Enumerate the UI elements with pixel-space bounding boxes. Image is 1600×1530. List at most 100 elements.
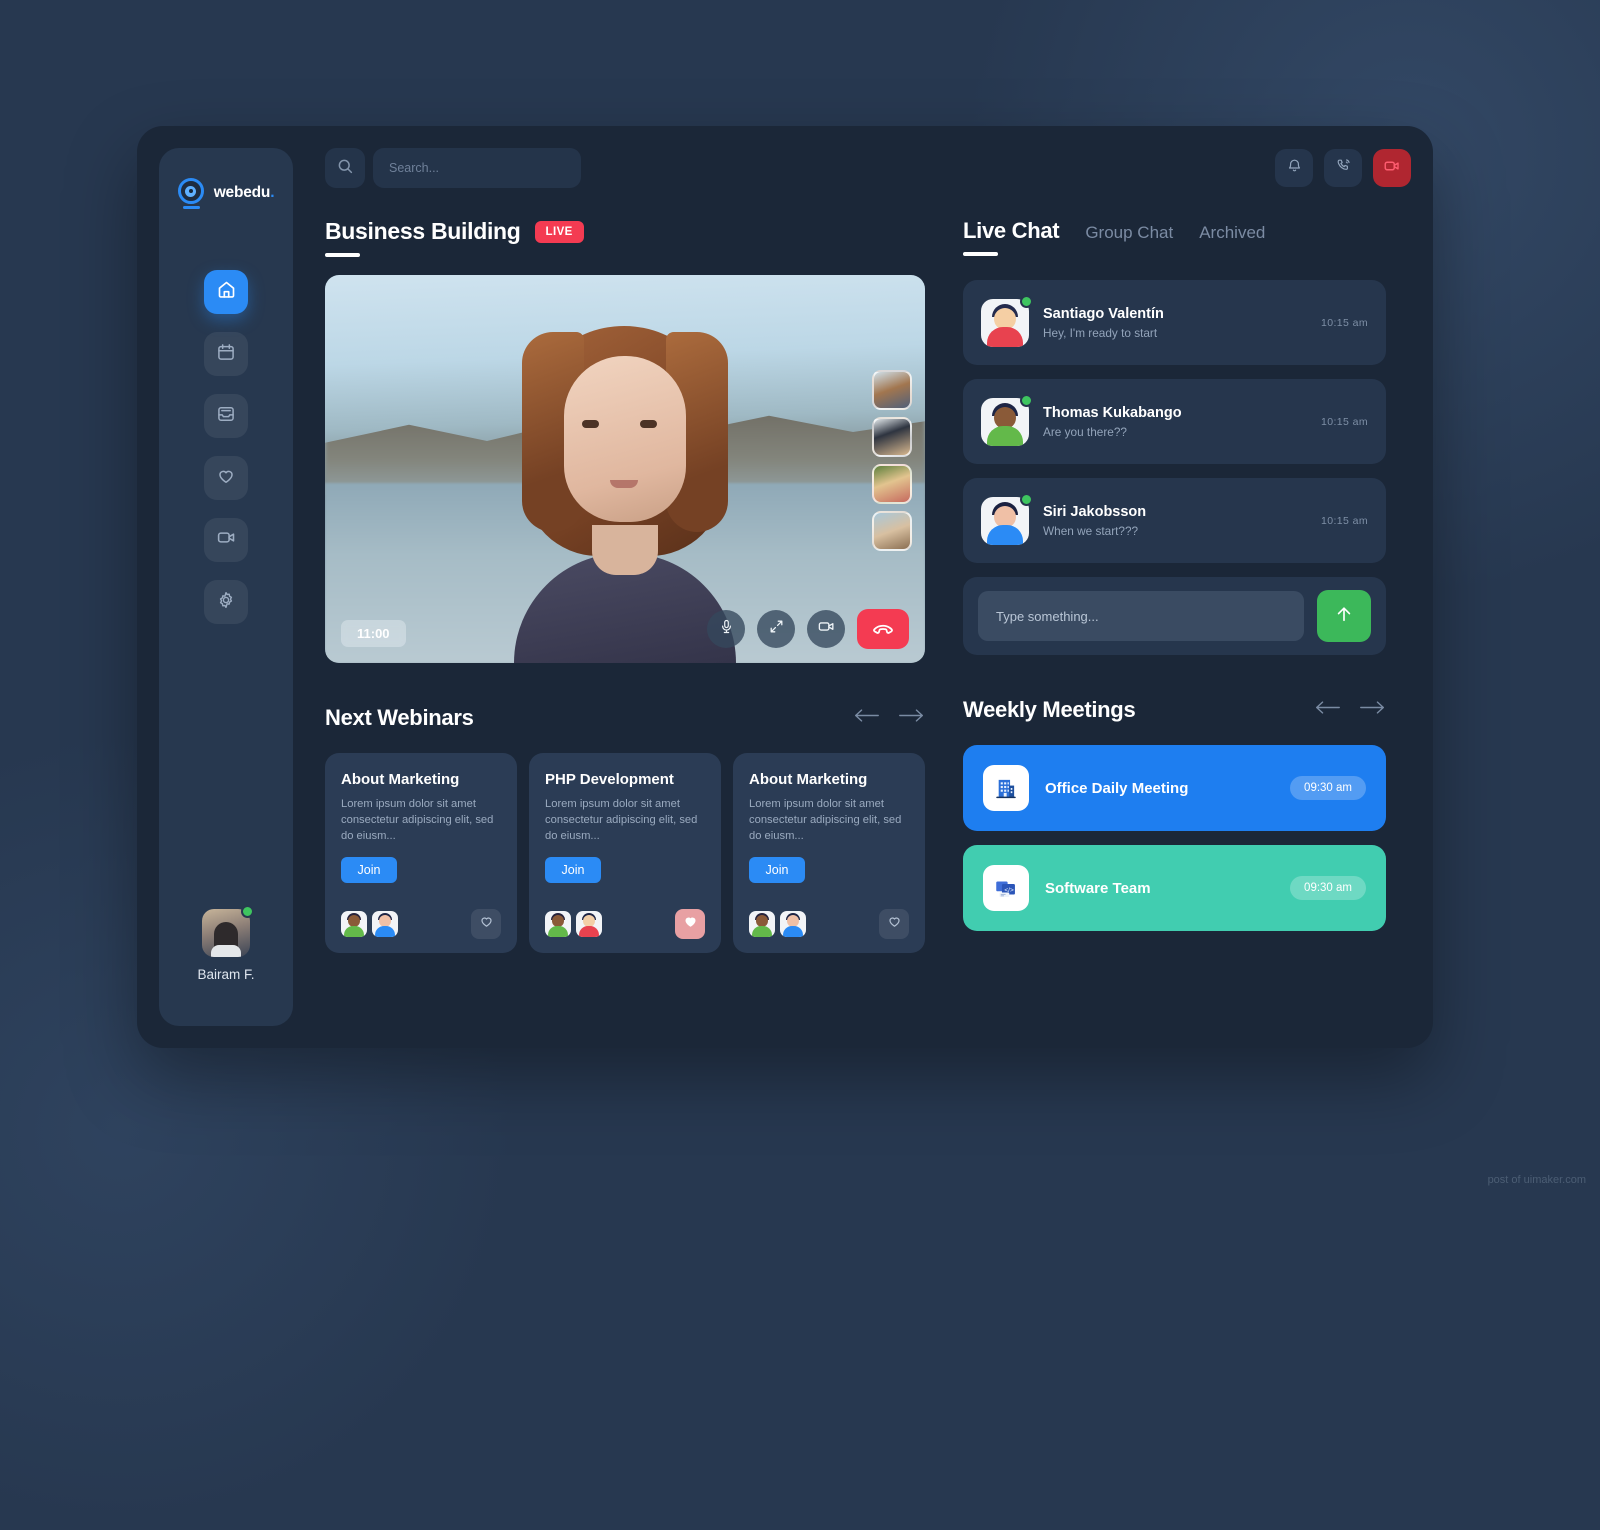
end-call-button[interactable] [857, 609, 909, 649]
webcam-logo-icon [177, 178, 206, 209]
like-button[interactable] [471, 909, 501, 939]
webinar-title: About Marketing [749, 771, 868, 788]
message-input[interactable]: Type something... [978, 591, 1304, 641]
participant-thumbnail[interactable] [872, 417, 912, 457]
avatar [576, 911, 602, 937]
sidebar-nav [204, 270, 248, 624]
notifications-button[interactable] [1275, 149, 1313, 187]
webinar-footer [341, 909, 501, 939]
tab-live-chat-label: Live Chat [963, 218, 1060, 243]
topbar-actions [1275, 149, 1411, 187]
main-content: Search... Business Building LIVE 11:00 N… [293, 148, 1411, 1026]
sidebar-item-inbox[interactable] [204, 394, 248, 438]
arrow-right-icon[interactable] [1359, 699, 1386, 721]
video-camera-icon [216, 527, 237, 553]
search-input[interactable]: Search... [373, 148, 581, 188]
heart-icon [216, 466, 236, 491]
join-button[interactable]: Join [341, 856, 397, 883]
attendee-avatars [749, 911, 806, 937]
code-window-icon: </> [983, 865, 1029, 911]
chat-preview: Are you there?? [1043, 424, 1127, 439]
webinar-cards: About Marketing Lorem ipsum dolor sit am… [325, 753, 925, 953]
join-button[interactable]: Join [749, 856, 805, 883]
microphone-icon [718, 618, 735, 640]
arrow-right-icon[interactable] [898, 707, 925, 729]
webinar-card[interactable]: About Marketing Lorem ipsum dolor sit am… [733, 753, 925, 953]
sidebar-profile[interactable]: Bairam F. [197, 905, 255, 982]
webinar-description: Lorem ipsum dolor sit amet consectetur a… [749, 798, 902, 843]
send-button[interactable] [1317, 590, 1371, 642]
participant-thumbnail[interactable] [872, 370, 912, 410]
list-item[interactable]: Thomas Kukabango Are you there?? 10:15 a… [963, 379, 1386, 464]
arrow-left-icon[interactable] [1314, 699, 1341, 721]
webinar-description: Lorem ipsum dolor sit amet consectetur a… [341, 798, 494, 843]
arrow-left-icon[interactable] [853, 707, 880, 729]
profile-name: Bairam F. [197, 967, 255, 982]
video-camera-icon [1383, 157, 1401, 180]
status-badge [1020, 492, 1033, 506]
webinar-title: PHP Development [545, 771, 674, 788]
list-item[interactable]: Office Daily Meeting 09:30 am [963, 745, 1386, 831]
video-call-button[interactable] [1373, 149, 1411, 187]
sidebar-item-settings[interactable] [204, 580, 248, 624]
sidebar-item-calendar[interactable] [204, 332, 248, 376]
like-button[interactable] [879, 909, 909, 939]
microphone-button[interactable] [707, 610, 745, 648]
avatar [981, 492, 1033, 545]
heart-icon [479, 914, 494, 934]
webinar-title: About Marketing [341, 771, 460, 788]
meeting-time: 09:30 am [1290, 776, 1366, 800]
chat-time: 10:15 am [1321, 514, 1368, 527]
participant-thumbnail[interactable] [872, 511, 912, 551]
search-placeholder: Search... [389, 161, 440, 175]
webinar-footer [545, 909, 705, 939]
sidebar-item-meetings[interactable] [204, 518, 248, 562]
participant-thumbnails [872, 370, 912, 551]
search-button[interactable] [325, 148, 365, 188]
list-item[interactable]: Santiago Valentín Hey, I'm ready to star… [963, 280, 1386, 365]
attendee-avatars [545, 911, 602, 937]
right-column: Live Chat Group Chat Archived Santiago V… [963, 218, 1386, 1026]
avatar [749, 911, 775, 937]
sidebar-item-favorites[interactable] [204, 456, 248, 500]
heart-icon [887, 914, 902, 934]
join-button[interactable]: Join [545, 856, 601, 883]
camera-toggle-button[interactable] [807, 610, 845, 648]
chat-list: Santiago Valentín Hey, I'm ready to star… [963, 280, 1386, 563]
attendee-avatars [341, 911, 398, 937]
office-building-icon [983, 765, 1029, 811]
video-camera-icon [817, 617, 836, 641]
bell-icon [1286, 157, 1303, 179]
expand-icon [768, 618, 785, 640]
expand-button[interactable] [757, 610, 795, 648]
chat-text: Thomas Kukabango Are you there?? [1043, 405, 1182, 439]
chat-name: Santiago Valentín [1043, 305, 1164, 322]
sidebar-item-home[interactable] [204, 270, 248, 314]
meetings-header: Weekly Meetings [963, 697, 1386, 723]
calendar-icon [216, 342, 236, 367]
webinars-nav [853, 707, 925, 729]
like-button[interactable] [675, 909, 705, 939]
video-stage[interactable]: 11:00 [325, 275, 925, 663]
status-badge [1020, 393, 1033, 407]
avatar [981, 393, 1033, 446]
chat-preview: Hey, I'm ready to start [1043, 325, 1158, 340]
calls-button[interactable] [1324, 149, 1362, 187]
call-controls [707, 609, 909, 649]
tab-group-chat[interactable]: Group Chat [1085, 223, 1173, 243]
webinar-card[interactable]: About Marketing Lorem ipsum dolor sit am… [325, 753, 517, 953]
arrow-up-icon [1334, 604, 1354, 629]
avatar [981, 294, 1033, 347]
content-columns: Business Building LIVE 11:00 Next Webina… [325, 218, 1411, 1026]
tab-archived[interactable]: Archived [1199, 223, 1265, 243]
brand-name: webedu. [214, 184, 275, 202]
webinar-description: Lorem ipsum dolor sit amet consectetur a… [545, 798, 698, 843]
participant-thumbnail[interactable] [872, 464, 912, 504]
list-item[interactable]: </> Software Team 09:30 am [963, 845, 1386, 931]
avatar [545, 911, 571, 937]
chat-name: Thomas Kukabango [1043, 404, 1182, 421]
list-item[interactable]: Siri Jakobsson When we start??? 10:15 am [963, 478, 1386, 563]
webinar-card[interactable]: PHP Development Lorem ipsum dolor sit am… [529, 753, 721, 953]
tab-live-chat[interactable]: Live Chat [963, 218, 1060, 256]
avatar [372, 911, 398, 937]
